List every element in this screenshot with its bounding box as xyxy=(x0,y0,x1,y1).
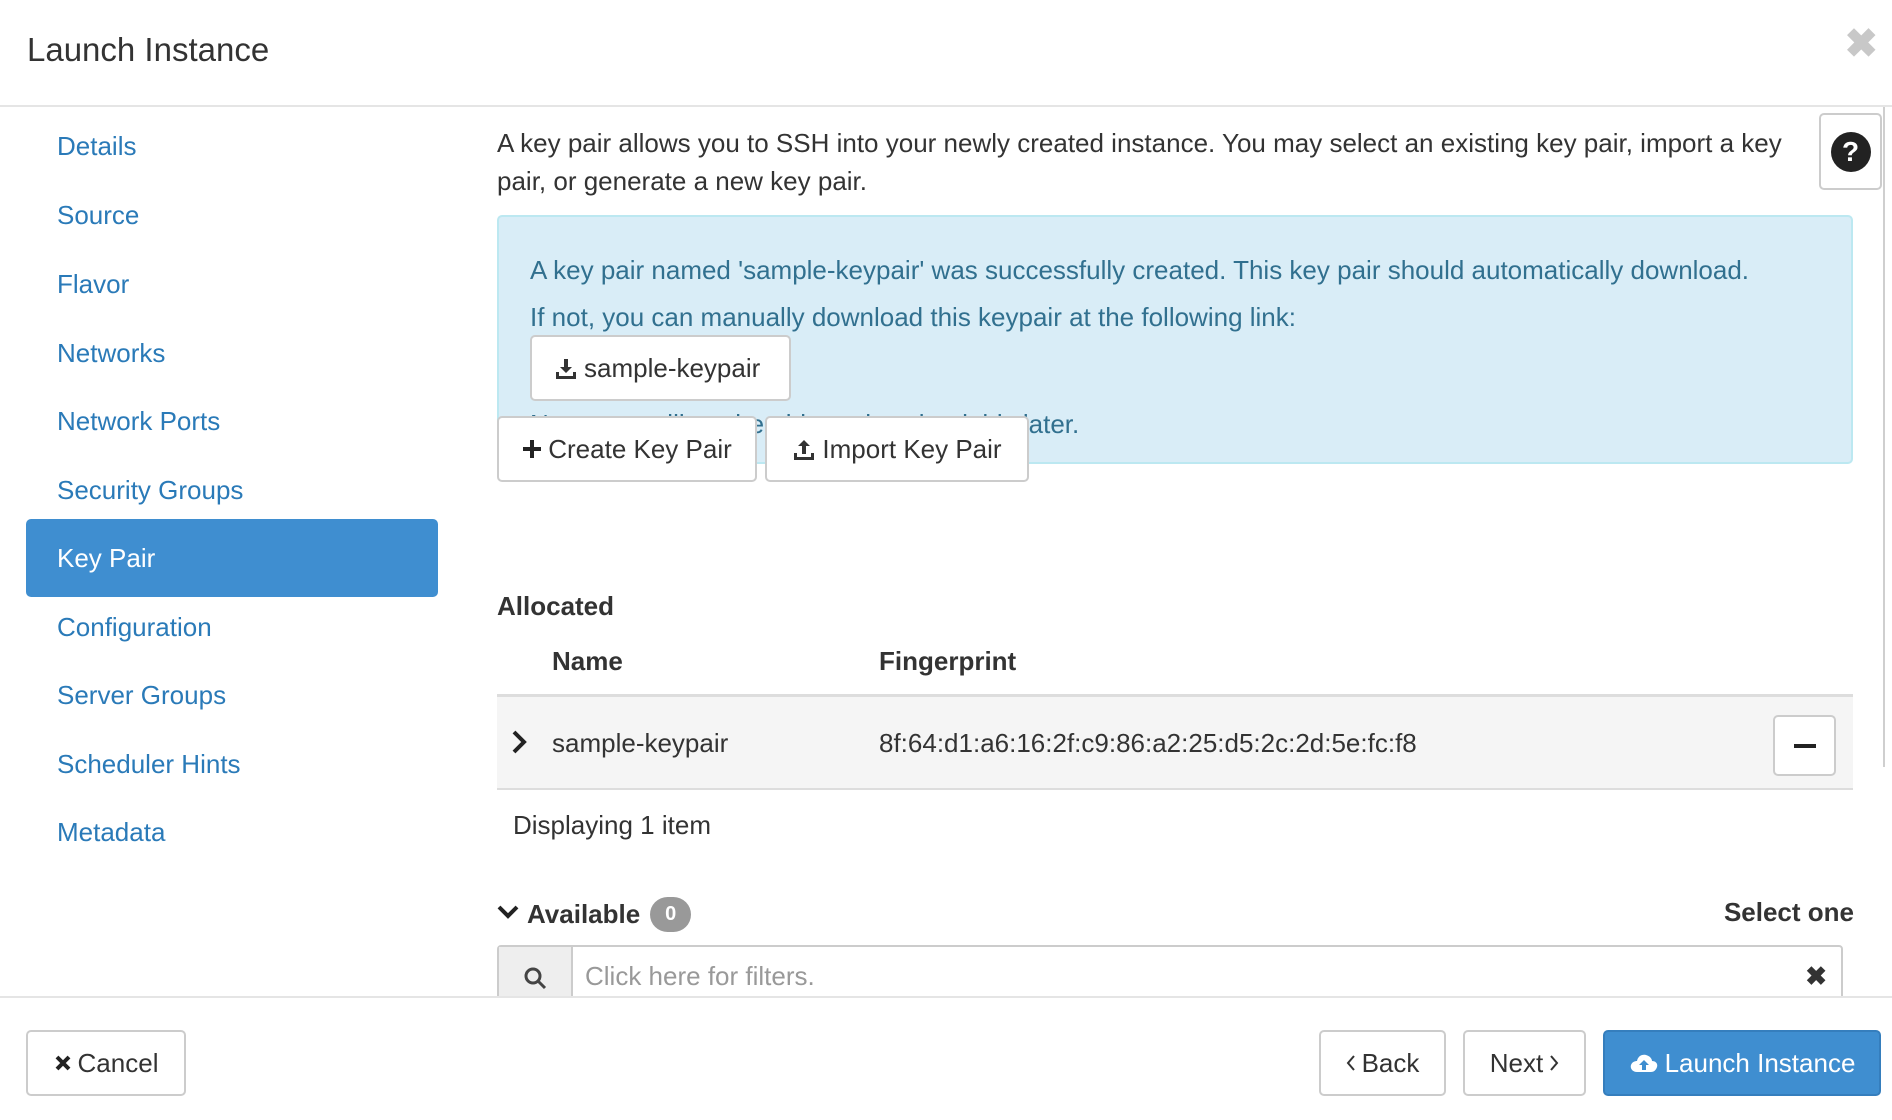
help-button[interactable]: ? xyxy=(1819,113,1882,190)
select-one-hint: Select one xyxy=(1723,897,1854,927)
cloud-upload-icon xyxy=(1629,1051,1659,1075)
modal-title: Launch Instance xyxy=(27,31,270,68)
table-row: sample-keypair 8f:64:d1:a6:16:2f:c9:86:a… xyxy=(497,697,1853,790)
minus-icon xyxy=(1793,743,1816,748)
sidebar-item-key-pair[interactable]: Key Pair xyxy=(26,519,438,597)
chevron-right-icon xyxy=(1549,1054,1559,1072)
close-icon xyxy=(54,1054,72,1072)
modal-header: Launch Instance ✖ xyxy=(0,0,1892,107)
create-key-pair-button[interactable]: Create Key Pair xyxy=(497,416,757,482)
cancel-label: Cancel xyxy=(77,1047,159,1078)
plus-icon xyxy=(522,439,542,459)
available-heading: Available xyxy=(527,899,641,929)
sidebar-item-label: Scheduler Hints xyxy=(57,748,241,779)
cancel-button[interactable]: Cancel xyxy=(26,1030,186,1096)
sidebar-item-networks[interactable]: Networks xyxy=(26,314,438,392)
sidebar-item-network-ports[interactable]: Network Ports xyxy=(26,382,438,460)
chevron-right-icon[interactable] xyxy=(511,729,527,760)
sidebar-item-label: Networks xyxy=(57,337,166,368)
sidebar-item-label: Flavor xyxy=(57,268,130,299)
launch-instance-label: Launch Instance xyxy=(1664,1047,1856,1078)
sidebar-item-label: Details xyxy=(57,130,137,161)
back-label: Back xyxy=(1361,1047,1420,1078)
search-icon[interactable] xyxy=(499,947,573,997)
column-header-name: Name xyxy=(552,646,623,676)
next-label: Next xyxy=(1489,1047,1544,1078)
download-icon xyxy=(554,356,578,380)
deallocate-button[interactable] xyxy=(1773,715,1836,776)
chevron-down-icon xyxy=(497,904,519,925)
import-key-pair-button[interactable]: Import Key Pair xyxy=(765,416,1029,482)
wizard-sidebar: Details Source Flavor Networks Network P… xyxy=(0,107,460,997)
sidebar-item-label: Network Ports xyxy=(57,405,221,436)
sidebar-item-label: Configuration xyxy=(57,611,212,642)
clear-filter-icon[interactable]: ✖ xyxy=(1805,961,1827,992)
sidebar-item-source[interactable]: Source xyxy=(26,176,438,254)
close-icon[interactable]: ✖ xyxy=(1844,24,1878,64)
next-button[interactable]: Next xyxy=(1463,1030,1586,1096)
back-button[interactable]: Back xyxy=(1319,1030,1446,1096)
alert-instructions: If not, you can manually download this k… xyxy=(530,302,1296,332)
available-count-badge: 0 xyxy=(650,897,692,932)
sidebar-item-scheduler-hints[interactable]: Scheduler Hints xyxy=(26,725,438,803)
launch-instance-button[interactable]: Launch Instance xyxy=(1603,1030,1881,1096)
sidebar-item-metadata[interactable]: Metadata xyxy=(26,793,438,871)
download-keypair-label: sample-keypair xyxy=(584,352,761,383)
available-toggle[interactable]: Available 0 xyxy=(497,897,692,932)
sidebar-item-flavor[interactable]: Flavor xyxy=(26,245,438,323)
sidebar-item-label: Security Groups xyxy=(57,474,244,505)
import-key-pair-label: Import Key Pair xyxy=(822,433,1002,464)
filter-input[interactable] xyxy=(585,961,1765,992)
sidebar-item-details[interactable]: Details xyxy=(26,107,438,185)
create-key-pair-label: Create Key Pair xyxy=(548,433,732,464)
help-icon: ? xyxy=(1830,131,1871,172)
sidebar-item-server-groups[interactable]: Server Groups xyxy=(26,656,438,734)
sidebar-item-label: Source xyxy=(57,199,140,230)
sidebar-item-configuration[interactable]: Configuration xyxy=(26,588,438,666)
sidebar-item-label: Key Pair xyxy=(57,542,156,573)
keypair-name: sample-keypair xyxy=(552,728,729,758)
sidebar-item-label: Server Groups xyxy=(57,679,227,710)
allocated-heading: Allocated xyxy=(497,591,615,621)
filter-bar: ✖ xyxy=(497,945,1843,997)
download-keypair-button[interactable]: sample-keypair xyxy=(530,335,791,401)
modal-footer: Cancel Back Next Launch Instance xyxy=(0,996,1892,1120)
item-count: Displaying 1 item xyxy=(513,810,711,840)
intro-text: A key pair allows you to SSH into your n… xyxy=(497,128,1782,196)
column-header-fingerprint: Fingerprint xyxy=(879,646,1017,676)
sidebar-item-label: Metadata xyxy=(57,816,166,847)
alert-message: A key pair named 'sample-keypair' was su… xyxy=(530,255,1750,285)
sidebar-item-security-groups[interactable]: Security Groups xyxy=(26,451,438,529)
key-pair-panel: A key pair allows you to SSH into your n… xyxy=(497,107,1892,997)
scrollbar[interactable] xyxy=(1883,107,1885,767)
keypair-fingerprint: 8f:64:d1:a6:16:2f:c9:86:a2:25:d5:2c:2d:5… xyxy=(879,728,1417,758)
upload-icon xyxy=(792,437,816,461)
chevron-left-icon xyxy=(1346,1054,1356,1072)
